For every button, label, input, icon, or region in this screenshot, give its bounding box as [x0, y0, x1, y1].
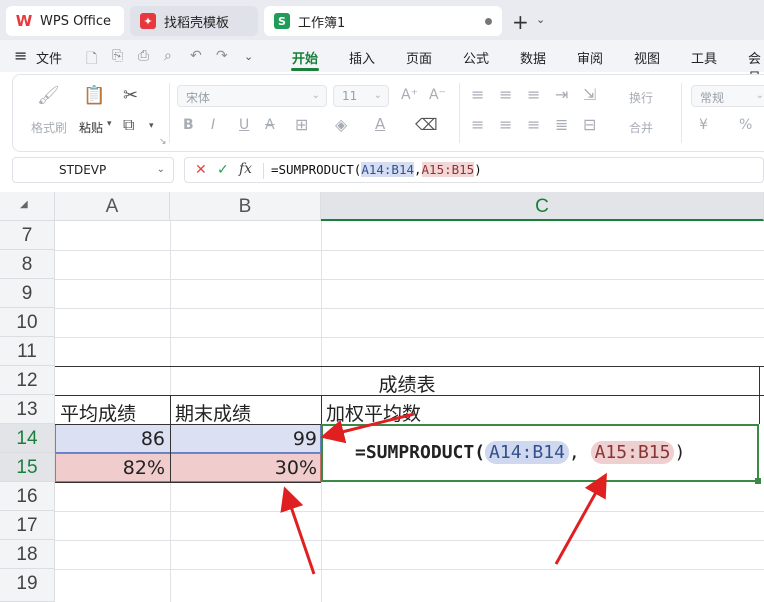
align-middle-icon[interactable]: ≡: [499, 85, 512, 104]
active-menu-indicator: [291, 68, 319, 71]
border-icon[interactable]: ⊞: [295, 115, 308, 134]
tab-workbook[interactable]: S 工作簿1: [264, 6, 502, 36]
menu-formula[interactable]: 公式: [463, 48, 489, 67]
tab-wps-office[interactable]: W WPS Office: [6, 6, 124, 36]
menu-page[interactable]: 页面: [406, 48, 432, 67]
ribbon-separator: [169, 83, 170, 143]
undo-icon[interactable]: ↶: [190, 48, 202, 64]
font-size-select[interactable]: 11 ⌄: [333, 85, 389, 107]
paste-label[interactable]: 粘贴: [79, 119, 103, 136]
arrow-to-ref2: [554, 472, 607, 565]
menu-home[interactable]: 开始: [292, 48, 318, 67]
cut-icon[interactable]: ✂: [123, 85, 138, 106]
insert-function-icon[interactable]: fx: [239, 161, 252, 177]
align-center-icon[interactable]: ≡: [499, 115, 512, 134]
quick-access-more-icon[interactable]: ⌄: [244, 50, 253, 63]
eraser-icon[interactable]: ⌫: [415, 115, 438, 134]
name-box-value: STDEVP: [59, 163, 107, 177]
format-painter-label[interactable]: 格式刷: [31, 119, 67, 136]
font-name-select[interactable]: 宋体 ⌄: [177, 85, 327, 107]
ribbon-separator: [681, 83, 682, 143]
chevron-down-icon[interactable]: ⌄: [157, 164, 165, 175]
formula-comma: ,: [414, 162, 422, 177]
paste-dropdown-icon[interactable]: ▾: [107, 119, 112, 129]
copy-dropdown-icon[interactable]: ▾: [149, 121, 154, 131]
formula-suffix: ): [474, 162, 482, 177]
align-right-icon[interactable]: ≡: [527, 115, 540, 134]
save-icon[interactable]: 🗋: [86, 48, 97, 72]
underline-icon[interactable]: U: [239, 117, 249, 133]
formula-input[interactable]: =SUMPRODUCT(A14:B14,A15:B15): [271, 162, 482, 177]
paste-icon[interactable]: 📋: [83, 85, 105, 106]
align-left-icon[interactable]: ≡: [471, 115, 484, 134]
formula-ref-1: A14:B14: [361, 162, 414, 177]
copy-icon[interactable]: ⧉: [123, 115, 134, 135]
indent-icon[interactable]: ⇥: [555, 85, 568, 104]
hamburger-menu-icon[interactable]: ≡: [14, 46, 27, 65]
font-color-icon[interactable]: A: [375, 115, 385, 133]
menu-view[interactable]: 视图: [634, 48, 660, 67]
merge-label[interactable]: 合并: [629, 119, 653, 136]
new-tab-button[interactable]: +: [512, 10, 529, 34]
font-name-value: 宋体: [186, 91, 211, 105]
wps-logo-icon: W: [15, 12, 33, 30]
clipboard-expand-icon[interactable]: ↘: [159, 137, 167, 147]
percent-button[interactable]: %: [739, 117, 752, 133]
bold-icon[interactable]: B: [183, 117, 194, 133]
menu-bar: ≡ 文件 🗋 ⎘ ⎙ ⌕ ↶ ↷ ⌄ 开始 插入 页面 公式 数据 审阅 视图 …: [0, 40, 764, 86]
tab-bar: W WPS Office ✦ 找稻壳模板 S 工作簿1 + ⌄: [0, 0, 764, 40]
export-pdf-icon[interactable]: ⎘: [112, 48, 123, 64]
merge-cells-icon[interactable]: ⊟: [583, 115, 596, 134]
menu-review[interactable]: 审阅: [577, 48, 603, 67]
chevron-down-icon: ⌄: [373, 90, 382, 101]
formula-bar-divider: [263, 163, 264, 179]
chevron-down-icon: ⌄: [755, 90, 764, 101]
docer-logo-icon: ✦: [140, 13, 156, 29]
tab-workbook-label: 工作簿1: [298, 15, 346, 31]
formula-prefix: =SUMPRODUCT(: [271, 162, 362, 177]
italic-icon[interactable]: I: [211, 117, 215, 133]
tab-template-label: 找稻壳模板: [164, 15, 230, 31]
cancel-formula-icon[interactable]: ✕: [195, 162, 207, 178]
confirm-formula-icon[interactable]: ✓: [217, 162, 229, 178]
wrap-text-label[interactable]: 换行: [629, 89, 653, 106]
menu-data[interactable]: 数据: [520, 48, 546, 67]
name-box[interactable]: STDEVP ⌄: [12, 157, 174, 183]
print-icon[interactable]: ⎙: [138, 48, 149, 64]
ribbon-toolbar: 🖌 格式刷 📋 粘贴 ▾ ✂ ⧉ ▾ ↘ 宋体 ⌄ 11 ⌄ A⁺ A⁻ B I…: [12, 74, 764, 152]
decrease-font-icon[interactable]: A⁻: [429, 87, 446, 103]
menu-insert[interactable]: 插入: [349, 48, 375, 67]
align-bottom-icon[interactable]: ≡: [527, 85, 540, 104]
unsaved-dot-icon[interactable]: [485, 18, 492, 25]
spreadsheet-icon: S: [274, 13, 290, 29]
align-top-icon[interactable]: ≡: [471, 85, 484, 104]
number-format-value: 常规: [700, 91, 725, 105]
tab-template[interactable]: ✦ 找稻壳模板: [130, 6, 258, 36]
chevron-down-icon: ⌄: [311, 90, 320, 101]
number-format-select[interactable]: 常规 ⌄: [691, 85, 764, 107]
fill-color-icon[interactable]: ◈: [335, 115, 347, 134]
arrow-to-b14: [320, 412, 415, 444]
formula-ref-2: A15:B15: [421, 162, 475, 177]
font-size-value: 11: [342, 89, 358, 103]
strikethrough-icon[interactable]: A: [265, 117, 275, 133]
wrap-text-icon[interactable]: ⇲: [583, 85, 596, 104]
format-painter-icon[interactable]: 🖌: [37, 85, 60, 106]
spreadsheet-grid[interactable]: ◢ A B C 7 8 9 10 11 12 13 14 15 16 17 18…: [0, 192, 764, 602]
justify-icon[interactable]: ≣: [555, 115, 568, 134]
redo-icon[interactable]: ↷: [216, 48, 228, 64]
arrow-to-b15: [280, 486, 316, 575]
tab-wps-label: WPS Office: [40, 13, 112, 29]
print-preview-icon[interactable]: ⌕: [164, 48, 172, 64]
ribbon-separator: [459, 83, 460, 143]
menu-file[interactable]: 文件: [36, 48, 62, 67]
annotation-arrows: [280, 412, 607, 575]
menu-tools[interactable]: 工具: [691, 48, 717, 67]
chevron-down-icon[interactable]: ⌄: [536, 13, 545, 26]
formula-bar[interactable]: ✕ ✓ fx =SUMPRODUCT(A14:B14,A15:B15): [184, 157, 764, 183]
increase-font-icon[interactable]: A⁺: [401, 87, 418, 103]
currency-button[interactable]: ¥: [699, 117, 708, 133]
